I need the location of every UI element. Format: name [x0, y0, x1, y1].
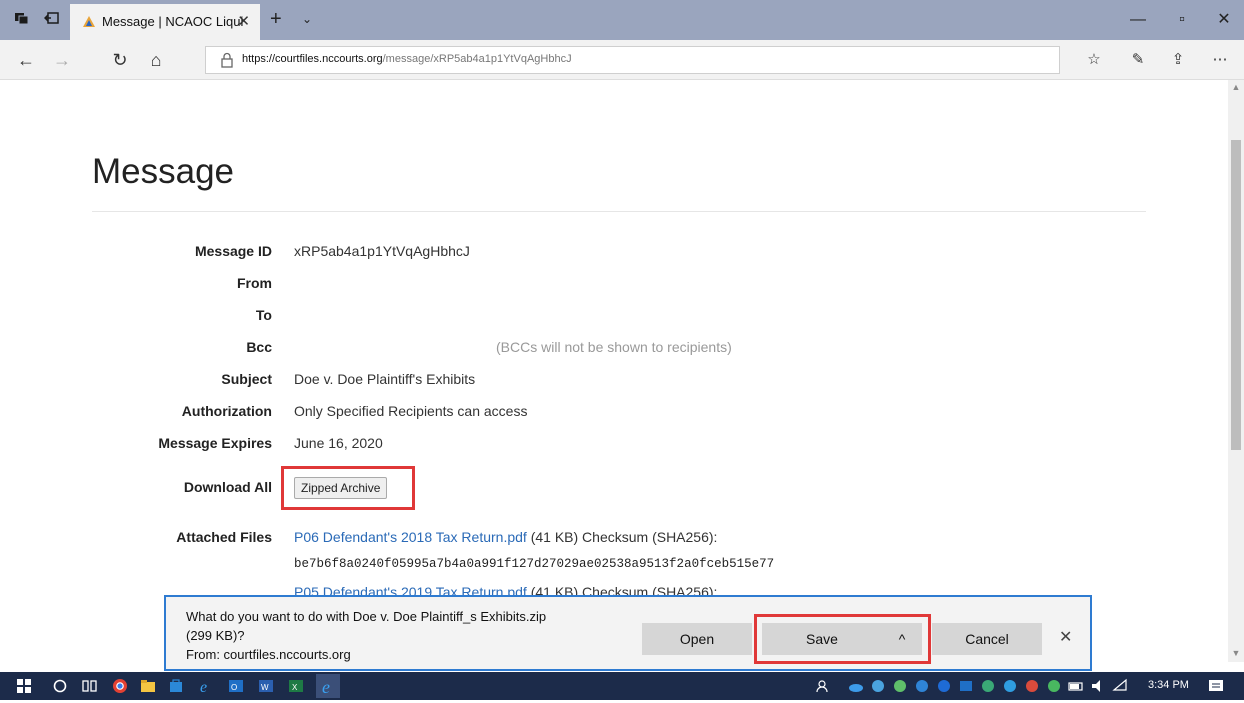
highlight-zipped-archive [281, 466, 415, 510]
tab-close-icon[interactable]: ✕ [237, 12, 250, 30]
download-source: From: courtfiles.nccourts.org [186, 647, 351, 662]
start-icon[interactable] [16, 678, 32, 694]
new-tab-icon[interactable]: + [270, 8, 282, 31]
file-item: P06 Defendant's 2018 Tax Return.pdf (41 … [294, 529, 717, 545]
excel-icon[interactable]: X [288, 678, 304, 694]
svg-text:O: O [231, 683, 237, 692]
set-aside-tabs-icon[interactable] [42, 10, 62, 30]
heading-divider [92, 211, 1146, 212]
site-favicon-icon [82, 15, 96, 29]
word-icon[interactable]: W [258, 678, 274, 694]
onedrive-icon[interactable] [848, 678, 864, 694]
tray-app-icon[interactable] [1046, 678, 1062, 694]
tab-preview-chevron-icon[interactable]: ⌄ [302, 12, 312, 26]
web-notes-icon[interactable]: ✎ [1126, 50, 1150, 70]
minimize-button[interactable]: — [1118, 8, 1158, 32]
download-question: What do you want to do with Doe v. Doe P… [186, 607, 626, 664]
url-domain: https://courtfiles.nccourts.org [242, 53, 383, 65]
more-options-icon[interactable]: ⋯ [1208, 50, 1232, 70]
action-center-icon[interactable] [1208, 678, 1224, 694]
address-input[interactable]: https://courtfiles.nccourts.org/message/… [205, 46, 1060, 74]
task-view-icon[interactable] [82, 678, 98, 694]
file-checksum: be7b6f8a0240f05995a7b4a0a991f127d27029ae… [294, 557, 775, 571]
share-icon[interactable]: ⇪ [1166, 50, 1190, 70]
message-expires-value: June 16, 2020 [294, 435, 383, 451]
tab-bar: Message | NCAOC Liqui ✕ + ⌄ — ▫ ✕ [0, 0, 1244, 40]
download-question-line: What do you want to do with Doe v. Doe P… [186, 609, 547, 624]
file-link[interactable]: P06 Defendant's 2018 Tax Return.pdf [294, 529, 527, 545]
bluetooth-icon[interactable] [936, 678, 952, 694]
page-content: Message Message ID xRP5ab4a1p1YtVqAgHbhc… [0, 80, 1228, 662]
page-scrollbar[interactable]: ▲ ▼ [1228, 80, 1244, 662]
tray-app-icon[interactable] [980, 678, 996, 694]
authorization-label: Authorization [181, 403, 272, 419]
chrome-icon[interactable] [112, 678, 128, 694]
tab-message[interactable]: Message | NCAOC Liqui ✕ [70, 4, 260, 40]
scroll-thumb[interactable] [1231, 140, 1241, 450]
file-meta: (41 KB) Checksum (SHA256): [530, 529, 718, 545]
lock-icon [220, 52, 234, 68]
download-all-label: Download All [183, 479, 272, 495]
scroll-down-icon[interactable]: ▼ [1228, 648, 1244, 658]
authorization-value: Only Specified Recipients can access [294, 403, 528, 419]
close-window-button[interactable]: ✕ [1204, 8, 1244, 32]
wifi-icon[interactable] [1112, 678, 1128, 694]
subject-label: Subject [221, 371, 272, 387]
search-icon[interactable] [52, 678, 68, 694]
tray-app-icon[interactable] [892, 678, 908, 694]
bcc-note: (BCCs will not be shown to recipients) [496, 339, 732, 355]
page-title: Message [92, 152, 235, 191]
tray-app-icon[interactable] [914, 678, 930, 694]
store-icon[interactable] [168, 678, 184, 694]
message-expires-label: Message Expires [158, 435, 272, 451]
outlook-icon[interactable]: O [228, 678, 244, 694]
taskbar: e O W X e 3:34 PM [0, 672, 1244, 700]
home-button[interactable]: ⌂ [144, 49, 168, 71]
tab-title: Message | NCAOC Liqui [102, 14, 244, 29]
svg-text:X: X [292, 683, 298, 692]
url-path: /message/xRP5ab4a1p1YtVqAgHbhcJ [382, 53, 572, 65]
to-label: To [255, 307, 272, 323]
subject-value: Doe v. Doe Plaintiff's Exhibits [294, 371, 476, 387]
volume-icon[interactable] [1090, 678, 1106, 694]
refresh-button[interactable]: ↻ [108, 49, 132, 71]
bcc-label: Bcc [246, 339, 272, 355]
attached-files-label: Attached Files [176, 529, 272, 545]
back-button[interactable]: ← [14, 49, 38, 71]
forward-button[interactable]: → [50, 49, 74, 71]
scroll-up-icon[interactable]: ▲ [1228, 82, 1244, 92]
download-prompt: What do you want to do with Doe v. Doe P… [164, 595, 1092, 671]
tray-app-icon[interactable] [1024, 678, 1040, 694]
file-explorer-icon[interactable] [140, 678, 156, 694]
battery-icon[interactable] [1068, 678, 1084, 694]
message-id-value: xRP5ab4a1p1YtVqAgHbhcJ [294, 243, 470, 259]
clock-time[interactable]: 3:34 PM [1148, 679, 1189, 691]
message-id-label: Message ID [194, 243, 272, 259]
tray-app-icon[interactable] [870, 678, 886, 694]
address-toolbar: ← → ↻ ⌂ https://courtfiles.nccourts.org/… [0, 40, 1244, 80]
svg-text:e: e [200, 679, 207, 694]
cancel-button[interactable]: Cancel [932, 623, 1042, 655]
open-button[interactable]: Open [642, 623, 752, 655]
close-icon[interactable]: ✕ [1059, 627, 1072, 647]
from-label: From [237, 275, 272, 291]
svg-text:e: e [322, 677, 330, 697]
tray-app-icon[interactable] [1002, 678, 1018, 694]
favorites-icon[interactable]: ☆ [1082, 50, 1106, 70]
tab-actions-icon[interactable] [12, 10, 32, 30]
edge-icon[interactable]: e [316, 674, 340, 698]
url-text: https://courtfiles.nccourts.org/message/… [242, 53, 572, 65]
maximize-button[interactable]: ▫ [1162, 8, 1202, 32]
internet-explorer-icon[interactable]: e [198, 678, 214, 696]
people-icon[interactable] [816, 678, 832, 694]
highlight-save [754, 614, 931, 664]
download-size: (299 KB)? [186, 628, 245, 643]
svg-text:W: W [261, 683, 269, 692]
outlook-tray-icon[interactable] [958, 678, 974, 694]
